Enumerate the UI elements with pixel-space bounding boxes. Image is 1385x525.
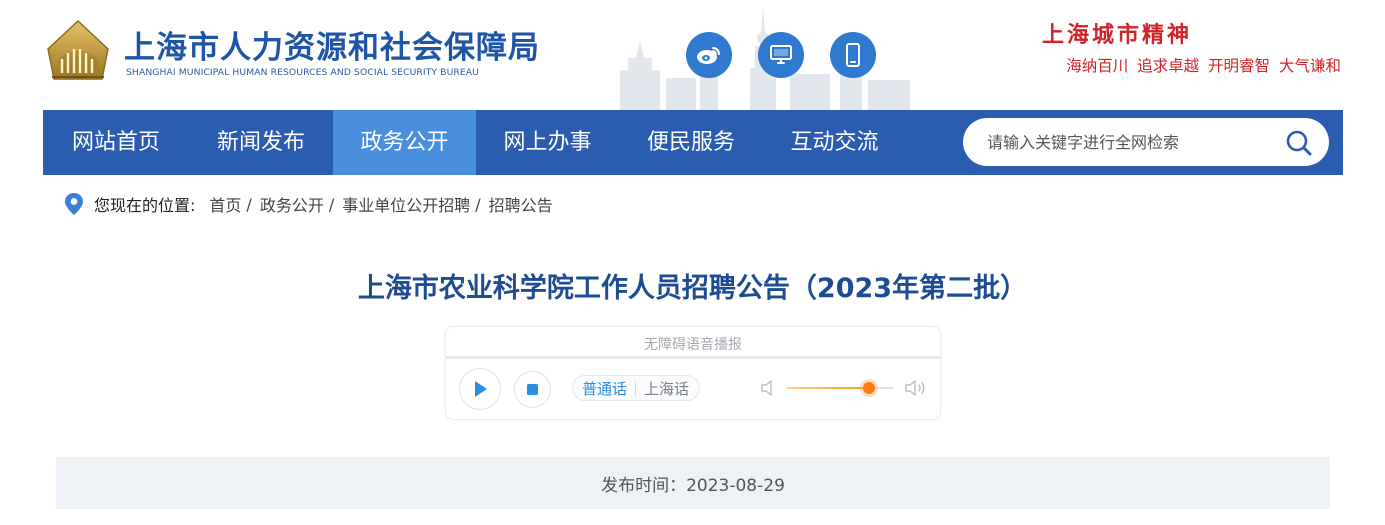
nav-item-interaction[interactable]: 互动交流 — [763, 110, 906, 175]
nav-item-home[interactable]: 网站首页 — [43, 110, 189, 175]
volume-low-icon[interactable] — [760, 379, 776, 397]
slogan-title: 上海城市精神 — [1041, 22, 1192, 48]
search-box — [963, 118, 1329, 166]
site-header: 上海市人力资源和社会保障局 SHANGHAI MUNICIPAL HUMAN R… — [0, 0, 1385, 110]
player-caption: 无障碍语音播报 — [644, 337, 742, 353]
breadcrumb-home[interactable]: 首页 — [209, 192, 241, 216]
play-button[interactable] — [459, 368, 501, 410]
publish-date: 发布时间：2023-08-29 — [601, 476, 785, 496]
breadcrumb-label: 您现在的位置: — [94, 196, 196, 215]
search-input[interactable] — [987, 118, 1277, 166]
language-mandarin[interactable]: 普通话 — [582, 378, 627, 399]
language-toggle: 普通话 上海话 — [572, 375, 700, 401]
breadcrumb-public-recruitment[interactable]: 事业单位公开招聘 — [342, 192, 470, 216]
desktop-icon — [770, 45, 792, 64]
search-icon[interactable] — [1285, 129, 1313, 157]
play-icon — [475, 381, 487, 397]
breadcrumb-government-affairs[interactable]: 政务公开 — [260, 192, 324, 216]
page-title: 上海市农业科学院工作人员招聘公告（2023年第二批） — [357, 273, 1028, 304]
mobile-button[interactable] — [830, 32, 876, 78]
org-name-en: SHANGHAI MUNICIPAL HUMAN RESOURCES AND S… — [126, 67, 479, 78]
language-shanghainese[interactable]: 上海话 — [644, 378, 689, 399]
weibo-icon — [697, 47, 720, 64]
nav-item-news[interactable]: 新闻发布 — [189, 110, 333, 175]
desktop-button[interactable] — [758, 32, 804, 78]
stop-icon — [527, 384, 538, 395]
nav-item-online-services[interactable]: 网上办事 — [476, 110, 619, 175]
volume-high-icon[interactable] — [904, 378, 928, 398]
language-divider — [635, 381, 636, 396]
main-nav: 网站首页 新闻发布 政务公开 网上办事 便民服务 互动交流 — [43, 110, 1343, 175]
volume-slider[interactable] — [787, 382, 893, 394]
audio-player: 无障碍语音播报 普通话 上海话 — [445, 326, 941, 420]
org-name-cn[interactable]: 上海市人力资源和社会保障局 — [124, 22, 540, 67]
weibo-button[interactable] — [686, 32, 732, 78]
nav-item-public-services[interactable]: 便民服务 — [619, 110, 763, 175]
breadcrumb: 您现在的位置: 首页 / 政务公开 / 事业单位公开招聘 / 招聘公告 — [64, 192, 553, 216]
breadcrumb-separator: / — [328, 194, 335, 214]
player-progress-bar[interactable] — [446, 356, 940, 359]
volume-knob[interactable] — [862, 382, 875, 394]
article-meta-bar: 发布时间：2023-08-29 — [56, 457, 1330, 509]
location-pin-icon — [65, 193, 83, 215]
slogan-subtitle: 海纳百川 追求卓越 开明睿智 大气谦和 — [1066, 57, 1341, 75]
mobile-icon — [846, 43, 860, 67]
stop-button[interactable] — [514, 371, 551, 408]
volume-fill — [787, 387, 869, 389]
breadcrumb-separator: / — [246, 194, 252, 214]
breadcrumb-separator: / — [475, 194, 481, 214]
bureau-emblem-icon[interactable] — [42, 19, 114, 85]
breadcrumb-recruitment-notice[interactable]: 招聘公告 — [489, 192, 553, 216]
nav-item-government-affairs[interactable]: 政务公开 — [333, 110, 476, 175]
